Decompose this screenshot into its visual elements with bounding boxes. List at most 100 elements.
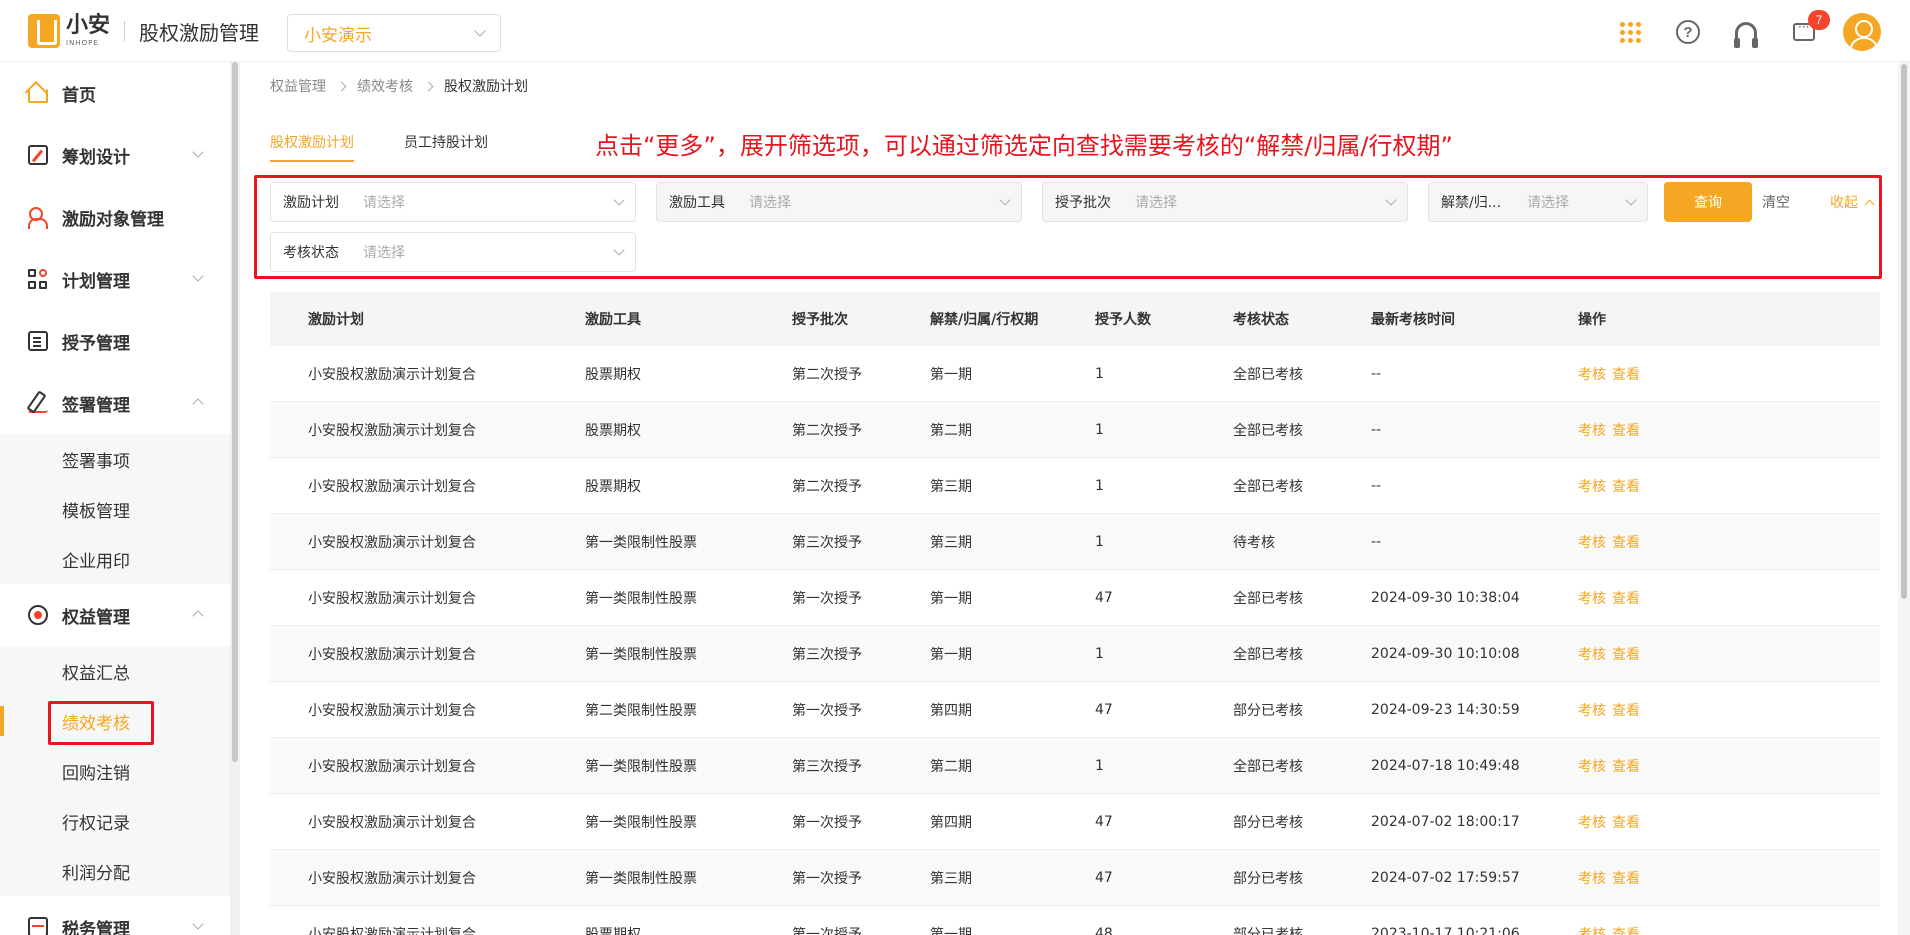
plan-filter[interactable]: 激励计划 请选择 <box>270 182 636 222</box>
status-filter[interactable]: 考核状态 请选择 <box>270 232 636 272</box>
table-row: 小安股权激励演示计划复合 第一类限制性股票 第三次授予 第三期 1 待考核 -- 考核 查看 <box>270 514 1880 570</box>
batch-filter[interactable]: 授予批次 请选择 <box>1042 182 1408 222</box>
cell-period: 第四期 <box>930 702 972 719</box>
avatar-button[interactable] <box>1842 12 1882 52</box>
sidebar-item-home[interactable]: 首页 <box>0 62 230 124</box>
cell-batch: 第一次授予 <box>792 814 862 831</box>
cell-time: 2024-09-30 10:10:08 <box>1371 645 1520 662</box>
cell-plan: 小安股权激励演示计划复合 <box>308 814 476 831</box>
assess-link[interactable]: 考核 <box>1578 927 1606 935</box>
table-row: 小安股权激励演示计划复合 第一类限制性股票 第三次授予 第一期 1 全部已考核 2024-0… <box>270 626 1880 682</box>
assess-link[interactable]: 考核 <box>1578 367 1606 383</box>
view-link[interactable]: 查看 <box>1612 815 1640 831</box>
sidebar-subitem-exercise[interactable]: 行权记录 <box>0 796 230 846</box>
cell-status: 全部已考核 <box>1233 366 1303 383</box>
message-badge: 7 <box>1808 10 1830 30</box>
view-link[interactable]: 查看 <box>1612 479 1640 495</box>
cell-status: 部分已考核 <box>1233 814 1303 831</box>
sidebar-item-plans[interactable]: 计划管理 <box>0 248 230 310</box>
people-icon <box>28 207 48 229</box>
filter-placeholder: 请选择 <box>1527 195 1569 211</box>
assess-link[interactable]: 考核 <box>1578 703 1606 719</box>
cell-actions: 考核 查看 <box>1578 644 1778 664</box>
cell-actions: 考核 查看 <box>1578 924 1778 935</box>
collapse-button[interactable]: 收起 <box>1830 192 1875 212</box>
sidebar-item-equity[interactable]: 权益管理 <box>0 584 230 646</box>
cell-count: 47 <box>1095 701 1113 718</box>
cell-period: 第一期 <box>930 590 972 607</box>
assess-link[interactable]: 考核 <box>1578 535 1606 551</box>
view-link[interactable]: 查看 <box>1612 647 1640 663</box>
sidebar-scrollbar[interactable] <box>230 62 240 935</box>
sidebar-subitem-sign-tasks[interactable]: 签署事项 <box>0 434 230 484</box>
assess-link[interactable]: 考核 <box>1578 871 1606 887</box>
sidebar-item-design[interactable]: 筹划设计 <box>0 124 230 186</box>
sidebar-item-tax[interactable]: 税务管理 <box>0 896 230 935</box>
view-link[interactable]: 查看 <box>1612 871 1640 887</box>
sidebar-item-label: 签署管理 <box>62 395 130 416</box>
company-select-value: 小安演示 <box>304 25 372 46</box>
view-link[interactable]: 查看 <box>1612 535 1640 551</box>
cell-time: -- <box>1371 365 1382 382</box>
apps-grid-button[interactable] <box>1610 12 1650 52</box>
sidebar-item-grants[interactable]: 授予管理 <box>0 310 230 372</box>
cell-batch: 第二次授予 <box>792 478 862 495</box>
logo-sub: INHOPE <box>66 39 99 47</box>
logo[interactable]: 小安 INHOPE 股权激励管理 <box>28 14 259 48</box>
cell-batch: 第三次授予 <box>792 646 862 663</box>
view-link[interactable]: 查看 <box>1612 423 1640 439</box>
cell-plan: 小安股权激励演示计划复合 <box>308 590 476 607</box>
avatar <box>1843 13 1881 51</box>
chevron-up-icon <box>192 398 204 410</box>
assess-link[interactable]: 考核 <box>1578 759 1606 775</box>
view-link[interactable]: 查看 <box>1612 591 1640 607</box>
sidebar-item-label: 税务管理 <box>62 919 130 935</box>
view-link[interactable]: 查看 <box>1612 927 1640 935</box>
support-button[interactable] <box>1726 12 1766 52</box>
cell-period: 第四期 <box>930 814 972 831</box>
cell-plan: 小安股权激励演示计划复合 <box>308 366 476 383</box>
assess-link[interactable]: 考核 <box>1578 647 1606 663</box>
messages-button[interactable]: 7 <box>1784 10 1830 52</box>
cell-time: 2024-09-30 10:38:04 <box>1371 589 1520 606</box>
sidebar-subitem-performance[interactable]: 绩效考核 <box>0 696 230 746</box>
assess-link[interactable]: 考核 <box>1578 423 1606 439</box>
company-select[interactable]: 小安演示 <box>287 14 501 52</box>
table-row: 小安股权激励演示计划复合 股票期权 第二次授予 第二期 1 全部已考核 -- 考核 查看 <box>270 402 1880 458</box>
assess-link[interactable]: 考核 <box>1578 815 1606 831</box>
sidebar-subitem-buyback[interactable]: 回购注销 <box>0 746 230 796</box>
view-link[interactable]: 查看 <box>1612 367 1640 383</box>
tab-esop[interactable]: 员工持股计划 <box>404 124 488 160</box>
sidebar-subitem-equity-summary[interactable]: 权益汇总 <box>0 646 230 696</box>
clear-button[interactable]: 清空 <box>1762 192 1790 212</box>
assessment-table: 激励计划 激励工具 授予批次 解禁/归属/行权期 授予人数 考核状态 最新考核时… <box>270 292 1880 935</box>
tab-equity-plan[interactable]: 股权激励计划 <box>270 124 354 162</box>
assess-link[interactable]: 考核 <box>1578 591 1606 607</box>
sidebar-item-participants[interactable]: 激励对象管理 <box>0 186 230 248</box>
cell-plan: 小安股权激励演示计划复合 <box>308 534 476 551</box>
help-button[interactable]: ? <box>1668 12 1708 52</box>
cell-time: -- <box>1371 533 1382 550</box>
query-button[interactable]: 查询 <box>1664 182 1752 222</box>
sidebar-subitem-seals[interactable]: 企业用印 <box>0 534 230 584</box>
view-link[interactable]: 查看 <box>1612 703 1640 719</box>
view-link[interactable]: 查看 <box>1612 759 1640 775</box>
cell-time: 2024-09-23 14:30:59 <box>1371 701 1520 718</box>
cell-status: 部分已考核 <box>1233 926 1303 935</box>
sidebar-subitem-profit[interactable]: 利润分配 <box>0 846 230 896</box>
sidebar-subitem-templates[interactable]: 模板管理 <box>0 484 230 534</box>
page-scrollbar[interactable] <box>1898 62 1910 935</box>
apps-grid-icon <box>1619 21 1641 43</box>
breadcrumb-item[interactable]: 权益管理 <box>270 76 326 96</box>
period-filter[interactable]: 解禁/归... 请选择 <box>1428 182 1648 222</box>
column-header: 授予人数 <box>1095 312 1151 328</box>
breadcrumb-item[interactable]: 绩效考核 <box>357 76 413 96</box>
cell-status: 全部已考核 <box>1233 758 1303 775</box>
cell-batch: 第一次授予 <box>792 870 862 887</box>
tool-filter[interactable]: 激励工具 请选择 <box>656 182 1022 222</box>
table-row: 小安股权激励演示计划复合 股票期权 第二次授予 第三期 1 全部已考核 -- 考核 查看 <box>270 458 1880 514</box>
filter-placeholder: 请选择 <box>749 195 791 211</box>
cell-actions: 考核 查看 <box>1578 868 1778 888</box>
sidebar-item-signing[interactable]: 签署管理 <box>0 372 230 434</box>
assess-link[interactable]: 考核 <box>1578 479 1606 495</box>
